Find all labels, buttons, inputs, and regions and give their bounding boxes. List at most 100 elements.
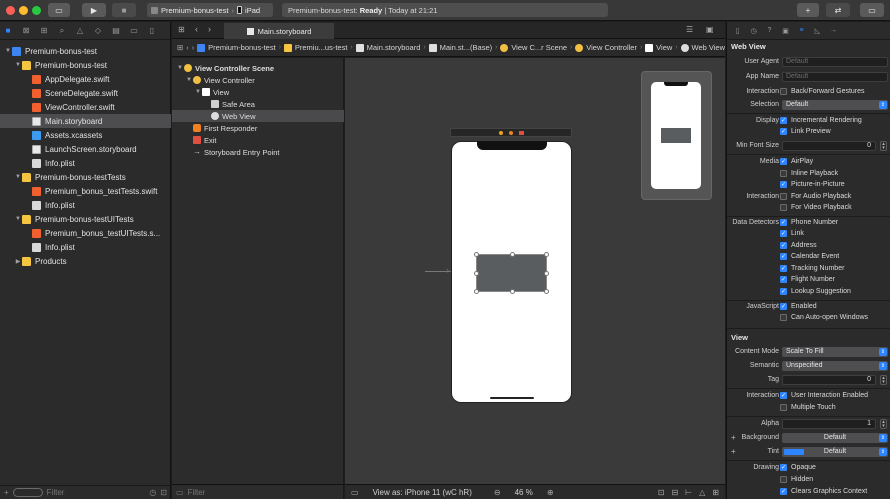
flight-number-checkbox[interactable]: ✓ Flight Number bbox=[780, 276, 835, 283]
warning-icon[interactable]: △ bbox=[75, 26, 85, 36]
folder-icon[interactable]: ■ bbox=[3, 26, 13, 36]
audio-playback-checkbox[interactable]: For Audio Playback bbox=[780, 193, 851, 200]
file-tree-item[interactable]: Info.plist bbox=[0, 240, 171, 254]
source-control-filter-icon[interactable]: ⊡ bbox=[160, 488, 167, 497]
background-color-popup[interactable]: Default ⇕ bbox=[782, 433, 888, 443]
sidebar-toggle-button[interactable]: ▭ bbox=[48, 3, 70, 17]
crumb-base[interactable]: Main.st...(Base) bbox=[440, 43, 493, 52]
incremental-rendering-checkbox[interactable]: ✓ Incremental Rendering bbox=[780, 117, 862, 124]
add-icon[interactable]: + bbox=[4, 488, 9, 497]
view-controller-icon[interactable] bbox=[498, 130, 503, 135]
outline-item[interactable]: ▼ View bbox=[172, 86, 344, 98]
airplay-checkbox[interactable]: ✓ AirPlay bbox=[780, 158, 813, 165]
disclosure-triangle-icon[interactable]: ▼ bbox=[194, 89, 202, 95]
pip-checkbox[interactable]: ✓ Picture-in-Picture bbox=[780, 181, 845, 188]
web-view[interactable] bbox=[474, 252, 549, 294]
size-icon[interactable]: ◺ bbox=[813, 26, 822, 35]
run-button[interactable]: ▶ bbox=[82, 3, 106, 17]
outline-item[interactable]: Safe Area bbox=[172, 98, 344, 110]
tag-field[interactable]: 0 bbox=[782, 375, 876, 385]
back-icon[interactable]: ‹ bbox=[186, 43, 189, 52]
file-tree-item[interactable]: Premium_bonus_testUITests.s... bbox=[0, 226, 171, 240]
file-tree-item[interactable]: ▼ Premium-bonus-testTests bbox=[0, 170, 171, 184]
crumb-web-view[interactable]: Web View bbox=[692, 43, 726, 52]
close-window-button[interactable] bbox=[6, 6, 15, 15]
link-preview-checkbox[interactable]: ✓ Link Preview bbox=[780, 128, 831, 135]
help-icon[interactable]: ? bbox=[765, 26, 774, 35]
zoom-out-icon[interactable]: ⊖ bbox=[494, 488, 501, 497]
resize-handle[interactable] bbox=[474, 289, 479, 294]
add-variation-icon[interactable]: + bbox=[731, 447, 736, 456]
tint-color-popup[interactable]: Default ⇕ bbox=[782, 447, 888, 457]
file-tree-item[interactable]: ▼ Premium-bonus-testUITests bbox=[0, 212, 171, 226]
report-icon[interactable]: ▯ bbox=[147, 26, 157, 36]
stop-button[interactable]: ■ bbox=[112, 3, 136, 17]
back-forward-checkbox[interactable]: Back/Forward Gestures bbox=[780, 88, 865, 95]
view-as-button[interactable]: View as: iPhone 11 (wC hR) bbox=[373, 488, 472, 497]
app-name-field[interactable]: Default bbox=[782, 72, 888, 82]
user-interaction-checkbox[interactable]: ✓ User Interaction Enabled bbox=[780, 392, 868, 399]
outline-item[interactable]: ▼ View Controller bbox=[172, 74, 344, 86]
resize-handle[interactable] bbox=[474, 252, 479, 257]
crumb-scene[interactable]: View C...r Scene bbox=[511, 43, 567, 52]
scheme-selector[interactable]: Premium-bonus-test › iPad bbox=[147, 3, 273, 17]
crumb-project[interactable]: Premium-bonus-test bbox=[208, 43, 276, 52]
history-icon[interactable]: ◷ bbox=[749, 26, 758, 35]
disclosure-triangle-icon[interactable]: ▶ bbox=[14, 258, 22, 265]
crumb-group[interactable]: Premiu...us-test bbox=[295, 43, 348, 52]
tag-stepper[interactable]: ▴ ▾ bbox=[880, 375, 887, 385]
resize-handle[interactable] bbox=[544, 252, 549, 257]
alpha-field[interactable]: 1 bbox=[782, 419, 876, 429]
split-editor-icon[interactable]: ▣ bbox=[706, 25, 714, 34]
test-icon[interactable]: ◇ bbox=[93, 26, 103, 36]
disclosure-triangle-icon[interactable]: ▼ bbox=[185, 77, 193, 83]
video-playback-checkbox[interactable]: For Video Playback bbox=[780, 204, 852, 211]
content-mode-popup[interactable]: Scale To Fill ⇕ bbox=[782, 347, 888, 357]
file-tree-item[interactable]: Info.plist bbox=[0, 198, 171, 212]
resize-handle[interactable] bbox=[544, 289, 549, 294]
auto-open-checkbox[interactable]: Can Auto-open Windows bbox=[780, 314, 868, 321]
grid-icon[interactable]: ⊞ bbox=[178, 25, 185, 34]
min-font-stepper[interactable]: ▴ ▾ bbox=[880, 141, 887, 151]
connections-icon[interactable]: → bbox=[829, 26, 838, 35]
zoom-level[interactable]: 46 % bbox=[515, 488, 533, 497]
phone-number-checkbox[interactable]: ✓ Phone Number bbox=[780, 219, 838, 226]
disclosure-triangle-icon[interactable]: ▼ bbox=[4, 48, 12, 54]
resize-handle[interactable] bbox=[544, 271, 549, 276]
calendar-event-checkbox[interactable]: ✓ Calendar Event bbox=[780, 253, 839, 260]
first-responder-icon[interactable] bbox=[508, 130, 513, 135]
outline-item[interactable]: Exit bbox=[172, 134, 344, 146]
align-icon[interactable]: ⊟ bbox=[671, 488, 678, 497]
file-tree-item[interactable]: Assets.xcassets bbox=[0, 128, 171, 142]
canvas-minimap[interactable] bbox=[641, 71, 712, 200]
multiple-touch-checkbox[interactable]: Multiple Touch bbox=[780, 404, 836, 411]
hidden-checkbox[interactable]: Hidden bbox=[780, 476, 813, 483]
disclosure-triangle-icon[interactable]: ▼ bbox=[14, 174, 22, 180]
resize-handle[interactable] bbox=[510, 252, 515, 257]
clears-graphics-checkbox[interactable]: ✓ Clears Graphics Context bbox=[780, 488, 867, 495]
filter-options-icon[interactable] bbox=[12, 488, 43, 497]
add-variation-icon[interactable]: + bbox=[731, 433, 736, 442]
debug-icon[interactable]: ▤ bbox=[111, 26, 121, 36]
outline-item[interactable]: → Storyboard Entry Point bbox=[172, 146, 344, 158]
forward-chevron-icon[interactable]: › bbox=[208, 24, 211, 34]
crumb-view[interactable]: View bbox=[656, 43, 672, 52]
iphone-scene[interactable] bbox=[451, 141, 572, 403]
storyboard-canvas[interactable]: › bbox=[345, 58, 725, 484]
symbol-icon[interactable]: ⊞ bbox=[39, 26, 49, 36]
resize-handle[interactable] bbox=[474, 271, 479, 276]
outline-item[interactable]: First Responder bbox=[172, 122, 344, 134]
file-tree-item[interactable]: Premium_bonus_testTests.swift bbox=[0, 184, 171, 198]
outline-item[interactable]: Web View bbox=[172, 110, 344, 122]
selection-popup[interactable]: Default ⇕ bbox=[782, 100, 888, 110]
js-enabled-checkbox[interactable]: ✓ Enabled bbox=[780, 303, 817, 310]
resolve-issues-icon[interactable]: △ bbox=[699, 488, 705, 497]
recent-files-icon[interactable]: ◷ bbox=[149, 488, 156, 497]
outline-filter-input[interactable]: Filter bbox=[188, 488, 206, 497]
add-constraints-icon[interactable]: ⊢ bbox=[685, 488, 692, 497]
lookup-suggestion-checkbox[interactable]: ✓ Lookup Suggestion bbox=[780, 288, 851, 295]
zoom-window-button[interactable] bbox=[32, 6, 41, 15]
semantic-popup[interactable]: Unspecified ⇕ bbox=[782, 361, 888, 371]
back-chevron-icon[interactable]: ‹ bbox=[195, 24, 198, 34]
breakpoint-icon[interactable]: ▭ bbox=[129, 26, 139, 36]
